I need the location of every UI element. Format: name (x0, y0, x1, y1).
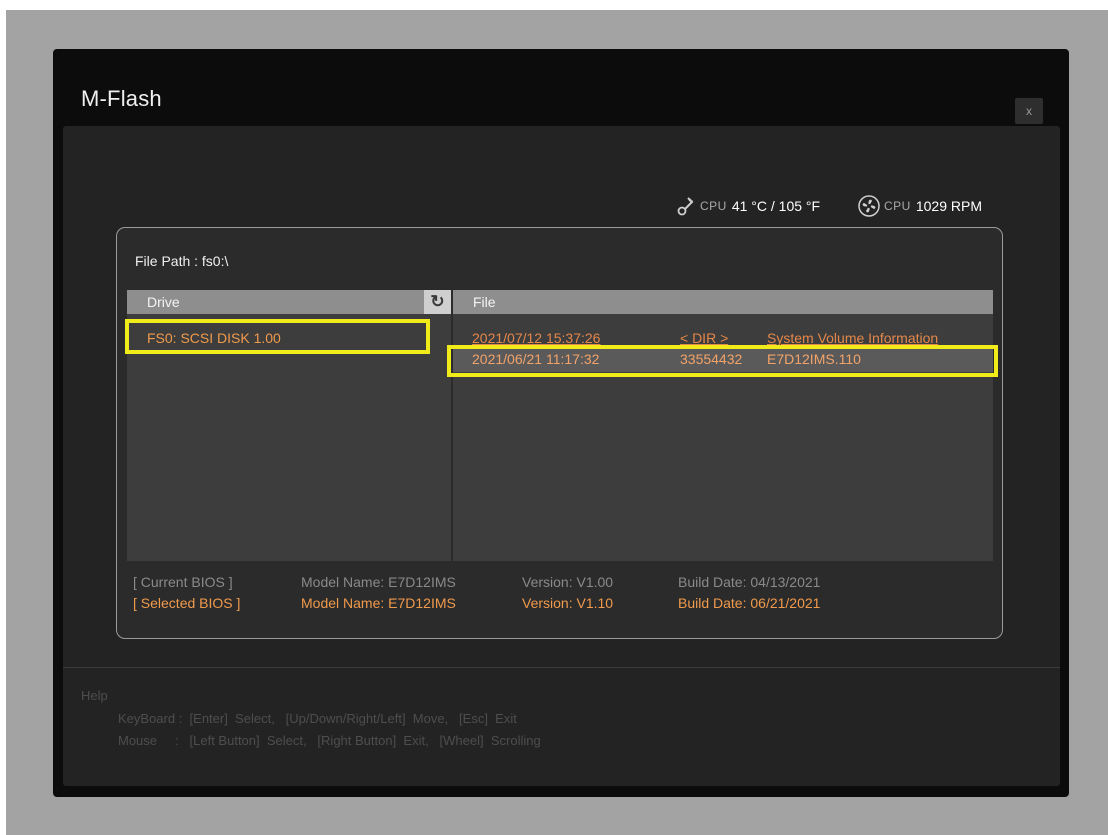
file-row-selected[interactable]: 2021/06/21 11:17:32 33554432 E7D12IMS.11… (472, 351, 992, 369)
drive-item[interactable]: FS0: SCSI DISK 1.00 (147, 330, 281, 346)
file-size: 33554432 (680, 351, 743, 367)
help-keyboard: KeyBoard : [Enter] Select, [Up/Down/Righ… (118, 711, 517, 726)
selected-bios-model: Model Name: E7D12IMS (301, 595, 456, 611)
file-datetime: 2021/07/12 15:37:26 (472, 330, 601, 346)
file-name: E7D12IMS.110 (767, 351, 861, 367)
window-title: M-Flash (81, 86, 162, 111)
selected-bios-row: [ Selected BIOS ] Model Name: E7D12IMS V… (133, 595, 873, 613)
selected-bios-version: Version: V1.10 (522, 595, 614, 611)
current-bios-model: Model Name: E7D12IMS (301, 574, 456, 590)
cpu-fan-label: CPU (884, 199, 911, 213)
current-bios-build: Build Date: 04/13/2021 (678, 574, 821, 590)
cpu-fan-value: 1029 RPM (915, 198, 982, 214)
divider (63, 667, 1060, 668)
file-name: System Volume Information (767, 330, 939, 346)
cpu-temp-value: 41 °C / 105 °F (731, 198, 821, 214)
cpu-temp-status: CPU 41 °C / 105 °F (676, 195, 820, 217)
file-path: File Path : fs0:\ (135, 253, 229, 269)
file-datetime: 2021/06/21 11:17:32 (472, 351, 600, 367)
help-title: Help (81, 688, 108, 703)
cpu-fan-status: CPU 1029 RPM (858, 195, 982, 217)
help-mouse: Mouse : [Left Button] Select, [Right But… (118, 733, 541, 748)
file-header: File (453, 290, 993, 314)
fan-icon (858, 195, 880, 217)
file-size: < DIR > (680, 330, 729, 346)
close-button[interactable]: x (1015, 98, 1043, 124)
current-bios-label: [ Current BIOS ] (133, 574, 233, 590)
selected-bios-label: [ Selected BIOS ] (133, 595, 241, 611)
drive-header: Drive (127, 290, 451, 314)
file-row[interactable]: 2021/07/12 15:37:26 < DIR > System Volum… (472, 330, 992, 348)
selected-bios-build: Build Date: 06/21/2021 (678, 595, 821, 611)
thermometer-icon (677, 197, 694, 216)
current-bios-row: [ Current BIOS ] Model Name: E7D12IMS Ve… (133, 574, 873, 592)
current-bios-version: Version: V1.00 (522, 574, 614, 590)
cpu-temp-label: CPU (700, 199, 727, 213)
refresh-icon[interactable]: ↻ (424, 290, 451, 314)
